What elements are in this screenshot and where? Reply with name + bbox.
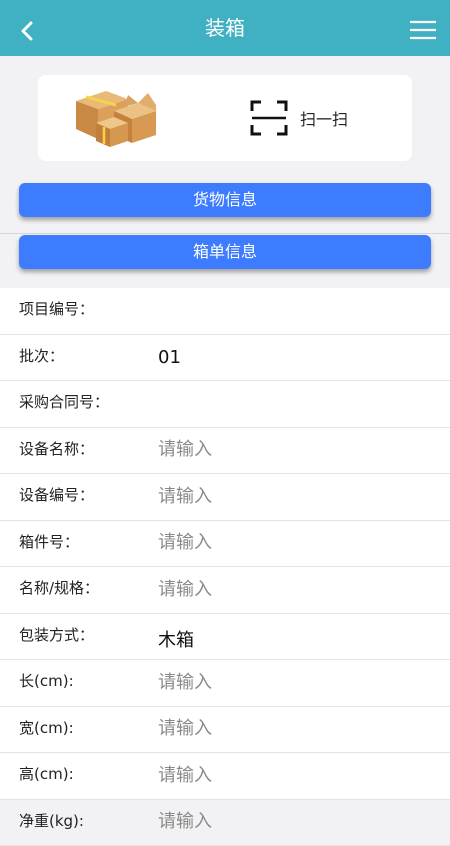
height-input[interactable] — [158, 759, 428, 791]
case-number-input[interactable] — [158, 527, 428, 559]
form-row-packing-method: 包装方式： 木箱 — [0, 614, 450, 661]
project-number-label: 项目编号： — [19, 298, 94, 319]
batch-value: 01 — [158, 347, 181, 368]
net-weight-label: 净重(kg): — [19, 810, 84, 831]
divider — [0, 233, 450, 234]
device-name-input[interactable] — [158, 434, 428, 466]
back-button[interactable] — [12, 16, 42, 46]
net-weight-input[interactable] — [158, 806, 428, 838]
name-spec-label: 名称/规格： — [19, 577, 99, 598]
menu-button[interactable] — [408, 18, 438, 42]
length-input[interactable] — [158, 666, 428, 698]
form-row-device-number: 设备编号： — [0, 474, 450, 521]
scan-label: 扫一扫 — [300, 106, 348, 130]
goods-info-button[interactable]: 货物信息 — [19, 183, 431, 217]
form-row-batch: 批次： 01 — [0, 335, 450, 382]
form-row-contract-number: 采购合同号： — [0, 381, 450, 428]
cardboard-boxes-illustration — [68, 81, 160, 151]
form-row-length: 长(cm): — [0, 660, 450, 707]
device-name-label: 设备名称： — [19, 438, 94, 459]
form-row-device-name: 设备名称： — [0, 428, 450, 475]
device-number-label: 设备编号： — [19, 484, 94, 505]
scan-card: 扫一扫 — [38, 75, 412, 161]
height-label: 高(cm): — [19, 763, 74, 784]
page-title: 装箱 — [0, 0, 450, 56]
scan-frame-icon — [250, 100, 288, 136]
form-row-height: 高(cm): — [0, 753, 450, 800]
case-number-label: 箱件号： — [19, 531, 79, 552]
packing-form: 项目编号： 批次： 01 采购合同号： 设备名称： 设备编号： 箱件号： 名称/… — [0, 288, 450, 800]
name-spec-input[interactable] — [158, 573, 428, 605]
scan-button[interactable]: 扫一扫 — [250, 100, 348, 136]
box-info-button[interactable]: 箱单信息 — [19, 235, 431, 269]
width-input[interactable] — [158, 713, 428, 745]
width-label: 宽(cm): — [19, 717, 74, 738]
form-row-case-number: 箱件号： — [0, 521, 450, 568]
top-app-bar: 装箱 — [0, 0, 450, 56]
form-row-width: 宽(cm): — [0, 707, 450, 754]
hamburger-menu-icon — [409, 19, 437, 41]
contract-number-label: 采购合同号： — [19, 391, 109, 412]
form-row-net-weight: 净重(kg): — [0, 800, 450, 846]
device-number-input[interactable] — [158, 480, 428, 512]
length-label: 长(cm): — [19, 670, 74, 691]
form-row-project-number: 项目编号： — [0, 288, 450, 335]
form-row-name-spec: 名称/规格： — [0, 567, 450, 614]
packing-method-label: 包装方式： — [19, 624, 94, 645]
batch-label: 批次： — [19, 345, 64, 366]
packing-method-value[interactable]: 木箱 — [158, 626, 194, 652]
chevron-left-icon — [19, 20, 35, 42]
